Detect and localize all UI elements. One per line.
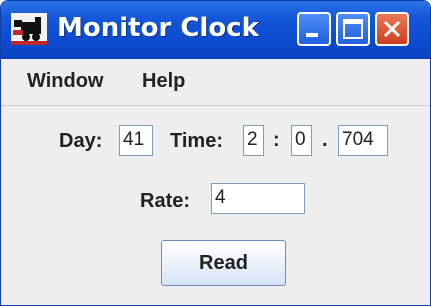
hours-field[interactable]: 2 [243,125,264,156]
clock-panel: Day: 41 Time: 2 : 0 . 704 Rate: 4 Read [1,106,430,305]
maximize-icon [343,19,363,39]
minimize-icon [306,33,318,37]
day-field[interactable]: 41 [119,125,153,156]
day-label: Day: [59,130,103,152]
monitor-clock-window: Monitor Clock Window Help Day: 41 Time: … [0,0,431,306]
time-colon: : [273,129,280,151]
window-title: Monitor Clock [57,13,259,43]
locomotive-icon [11,13,47,45]
menu-bar: Window Help [1,59,430,106]
title-bar[interactable]: Monitor Clock [1,1,430,59]
milliseconds-field[interactable]: 704 [338,125,388,156]
minutes-field[interactable]: 0 [291,125,312,156]
rate-label: Rate: [140,190,191,212]
close-button[interactable] [375,12,409,46]
minimize-button[interactable] [297,12,331,46]
menu-window[interactable]: Window [27,70,103,93]
time-dot: . [322,129,328,151]
read-button[interactable]: Read [161,240,286,286]
close-icon [383,20,401,38]
rate-field[interactable]: 4 [211,183,305,214]
menu-help[interactable]: Help [142,70,185,93]
maximize-button[interactable] [336,12,370,46]
time-label: Time: [170,130,223,152]
